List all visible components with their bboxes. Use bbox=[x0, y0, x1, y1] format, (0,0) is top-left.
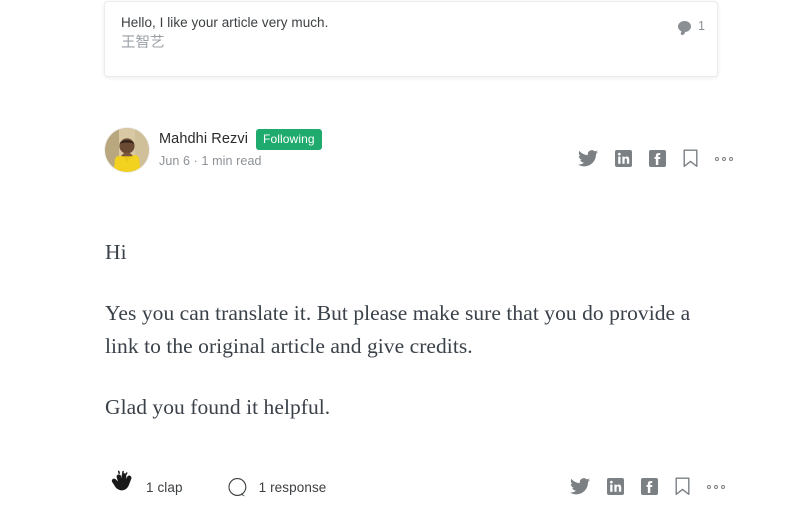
facebook-icon[interactable] bbox=[641, 478, 658, 495]
article-paragraph: Yes you can translate it. But please mak… bbox=[105, 301, 691, 358]
quoted-comment-reply-count-value: 1 bbox=[698, 19, 705, 33]
more-options-icon[interactable] bbox=[715, 154, 733, 164]
comment-bubble-outline-icon bbox=[227, 477, 249, 499]
more-options-icon[interactable] bbox=[707, 482, 725, 492]
facebook-icon[interactable] bbox=[649, 150, 666, 167]
byline-meta: Jun 6 · 1 min read bbox=[159, 154, 262, 168]
article-paragraph: Hi bbox=[105, 240, 127, 264]
author-name[interactable]: Mahdhi Rezvi bbox=[159, 130, 248, 149]
clap-count-label: 1 clap bbox=[146, 480, 183, 495]
response-count-label: 1 response bbox=[258, 480, 327, 495]
byline: Mahdhi Rezvi Following Jun 6 · 1 min rea… bbox=[105, 128, 322, 172]
clap-icon bbox=[106, 470, 136, 505]
avatar[interactable] bbox=[105, 128, 149, 172]
response-button[interactable]: 1 response bbox=[227, 477, 327, 499]
bookmark-icon[interactable] bbox=[675, 477, 690, 496]
following-badge[interactable]: Following bbox=[256, 129, 322, 150]
quoted-comment-text: Hello, I like your article very much. bbox=[121, 15, 329, 30]
linkedin-icon[interactable] bbox=[607, 478, 624, 495]
comment-bubble-filled-icon bbox=[678, 20, 692, 32]
twitter-icon[interactable] bbox=[578, 150, 598, 167]
quoted-comment-body: Hello, I like your article very much. 王智… bbox=[121, 13, 591, 54]
share-row-top bbox=[578, 149, 733, 168]
bookmark-icon[interactable] bbox=[683, 149, 698, 168]
article-actions: 1 clap 1 response bbox=[106, 470, 326, 505]
share-row-bottom bbox=[570, 477, 725, 496]
author-row: Mahdhi Rezvi Following bbox=[159, 129, 322, 150]
quoted-comment-reply-count[interactable]: 1 bbox=[678, 20, 705, 33]
linkedin-icon[interactable] bbox=[615, 150, 632, 167]
quoted-comment-author: 王智艺 bbox=[121, 35, 165, 51]
twitter-icon[interactable] bbox=[570, 478, 590, 495]
clap-button[interactable]: 1 clap bbox=[106, 470, 183, 505]
article-paragraph: Glad you found it helpful. bbox=[105, 395, 331, 419]
article-body: Hi Yes you can translate it. But please … bbox=[105, 236, 725, 424]
byline-text: Mahdhi Rezvi Following Jun 6 · 1 min rea… bbox=[159, 129, 322, 170]
quoted-comment-card[interactable]: Hello, I like your article very much. 王智… bbox=[104, 1, 718, 77]
